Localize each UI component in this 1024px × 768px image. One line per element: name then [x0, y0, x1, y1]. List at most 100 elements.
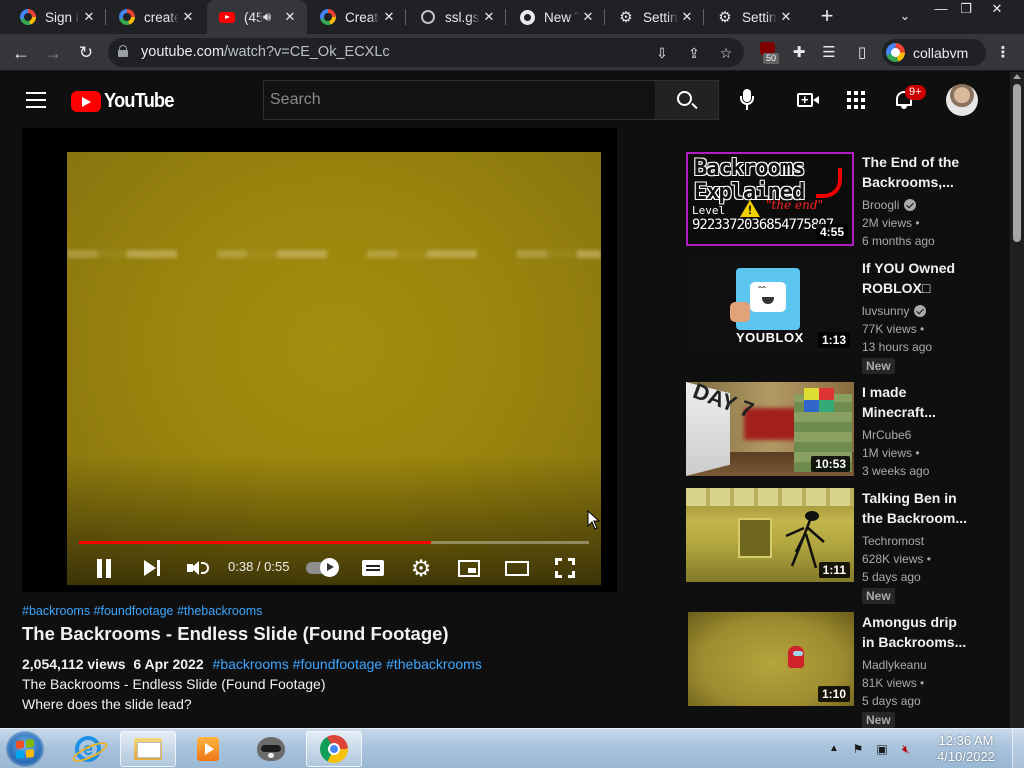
lock-icon[interactable] [118, 45, 128, 57]
tab-create-2[interactable]: Create ✕ [308, 0, 406, 34]
address-bar[interactable]: youtube.com/watch?v=CE_Ok_ECXLc ⇩ ⇪ ☆ [108, 38, 744, 67]
next-video-button[interactable] [139, 555, 165, 581]
tab-close-icon[interactable]: ✕ [777, 8, 795, 26]
scrollbar-thumb[interactable] [1013, 84, 1021, 242]
network-icon[interactable]: ▣ [874, 741, 890, 757]
video-thumbnail[interactable]: DAY 7 10:53 [686, 382, 854, 476]
share-icon[interactable]: ⇪ [684, 43, 704, 63]
search-button[interactable] [655, 80, 719, 120]
video-hashtags-inline[interactable]: #backrooms #foundfootage #thebackrooms [213, 656, 482, 672]
restore-button[interactable]: ❐ [951, 0, 981, 20]
window-close-button[interactable]: ✕ [982, 0, 1012, 20]
subtitles-icon[interactable] [360, 555, 386, 581]
channel-name[interactable]: Madlykeanu [862, 656, 970, 674]
system-clock[interactable]: 12:36 AM 4/10/2022 [927, 733, 1005, 765]
channel-name[interactable]: Techromost [862, 532, 970, 550]
taskbar-media-player[interactable] [180, 731, 236, 767]
menu-hamburger-icon[interactable] [26, 92, 46, 108]
taskbar-chrome[interactable] [306, 731, 362, 767]
tab-close-icon[interactable]: ✕ [80, 8, 98, 26]
tab-close-icon[interactable]: ✕ [179, 8, 197, 26]
view-count: 81K views • [862, 676, 925, 690]
recommendation-title[interactable]: If YOU Owned ROBLOX□ [862, 258, 970, 298]
recommendation-title[interactable]: The End of the Backrooms,... [862, 152, 970, 192]
video-thumbnail[interactable]: YOUBLOX 1:13 [686, 258, 854, 352]
autoplay-toggle[interactable] [306, 558, 339, 577]
tab-youtube-active[interactable]: (45 🔊︎ ✕ [207, 0, 307, 34]
tab-audio-icon[interactable]: 🔊︎ [263, 9, 281, 25]
recommendation-meta: The End of the Backrooms,... Broogli 2M … [862, 152, 970, 250]
progress-bar[interactable] [79, 541, 589, 544]
notification-count-badge: 9+ [905, 85, 926, 100]
video-thumbnail[interactable]: BackroomsExplained Level "the end" 92233… [686, 152, 854, 246]
taskbar-internet-explorer[interactable]: e [60, 731, 116, 767]
taskbar-raccoon-app[interactable] [243, 731, 299, 767]
video-player[interactable]: 0:38 / 0:55 ⚙ [22, 128, 617, 592]
voice-search-mic-icon[interactable] [735, 86, 759, 114]
taskbar-file-explorer[interactable] [120, 731, 176, 767]
tab-close-icon[interactable]: ✕ [678, 8, 696, 26]
forward-arrow-icon[interactable]: → [40, 40, 66, 66]
url-text[interactable]: youtube.com/watch?v=CE_Ok_ECXLc [141, 44, 390, 60]
pause-button[interactable] [91, 555, 117, 581]
search-input[interactable] [270, 81, 655, 119]
youtube-logo[interactable]: YouTube [71, 90, 180, 113]
tab-settings-1[interactable]: ⚙ Settin ✕ [606, 0, 704, 34]
search-box[interactable] [263, 80, 656, 120]
video-duration: 1:13 [817, 332, 850, 348]
chrome-icon [519, 9, 535, 25]
extensions-puzzle-icon[interactable]: ✚ [788, 42, 810, 64]
tab-sign-in[interactable]: Sign in ✕ [8, 0, 106, 34]
user-avatar[interactable] [946, 84, 978, 116]
scroll-up-arrow-icon[interactable] [1013, 74, 1021, 79]
new-tab-button[interactable]: + [814, 5, 840, 29]
theater-mode-icon[interactable] [504, 555, 530, 581]
fullscreen-icon[interactable] [552, 555, 578, 581]
reload-icon[interactable]: ↻ [73, 40, 99, 66]
bookmark-star-icon[interactable]: ☆ [716, 43, 736, 63]
video-title: The Backrooms - Endless Slide (Found Foo… [22, 623, 449, 644]
volume-muted-icon[interactable]: 🔇︎ [898, 741, 914, 757]
video-thumbnail[interactable]: 1:10 [688, 612, 854, 706]
tab-close-icon[interactable]: ✕ [480, 8, 498, 26]
arrow-icon [816, 168, 842, 198]
miniplayer-icon[interactable] [456, 555, 482, 581]
tab-new-tab[interactable]: New T ✕ [507, 0, 605, 34]
settings-gear-icon[interactable]: ⚙ [408, 555, 434, 581]
tab-ssl[interactable]: ssl.gst ✕ [408, 0, 506, 34]
ublock-extension-icon[interactable]: 50 [758, 41, 780, 65]
video-frame[interactable] [67, 152, 601, 585]
profile-chip[interactable]: collabvm [882, 39, 986, 66]
video-thumbnail[interactable]: 1:11 [686, 488, 854, 582]
tab-create[interactable]: create ✕ [107, 0, 205, 34]
tray-expand-arrow-icon[interactable]: ▲ [826, 741, 842, 757]
side-panel-icon[interactable]: ▯ [851, 42, 873, 64]
channel-name[interactable]: luvsunny [862, 302, 970, 320]
apps-grid-icon[interactable] [844, 88, 868, 112]
folder-icon [134, 738, 162, 760]
channel-name[interactable]: Broogli [862, 196, 970, 214]
tab-close-icon[interactable]: ✕ [579, 8, 597, 26]
install-app-icon[interactable]: ⇩ [652, 43, 672, 63]
start-button[interactable] [6, 731, 44, 767]
tab-settings-2[interactable]: ⚙ Settin ✕ [705, 0, 803, 34]
tab-title: New T [544, 9, 579, 25]
video-hashtags-top[interactable]: #backrooms #foundfootage #thebackrooms [22, 604, 262, 618]
recommendation-title[interactable]: Talking Ben in the Backroom... [862, 488, 970, 528]
recommendation-title[interactable]: I made Minecraft... [862, 382, 970, 422]
volume-icon[interactable] [185, 555, 211, 581]
create-video-icon[interactable] [796, 88, 820, 112]
recommendation-title[interactable]: Amongus drip in Backrooms... [862, 612, 970, 652]
channel-name[interactable]: MrCube6 [862, 426, 970, 444]
action-center-flag-icon[interactable]: ⚑ [850, 741, 866, 757]
chrome-menu-icon[interactable]: ⋮ [992, 42, 1014, 64]
back-arrow-icon[interactable]: ← [8, 40, 34, 66]
tab-close-icon[interactable]: ✕ [380, 8, 398, 26]
tab-title: (45 [244, 9, 263, 25]
show-desktop-button[interactable] [1012, 729, 1024, 768]
video-duration: 4:55 [815, 224, 848, 240]
tab-search-chevron-icon[interactable]: ⌄ [894, 8, 916, 26]
media-queue-icon[interactable]: ☰ [818, 42, 840, 64]
tab-close-icon[interactable]: ✕ [281, 8, 299, 26]
page-scrollbar[interactable] [1010, 72, 1024, 728]
